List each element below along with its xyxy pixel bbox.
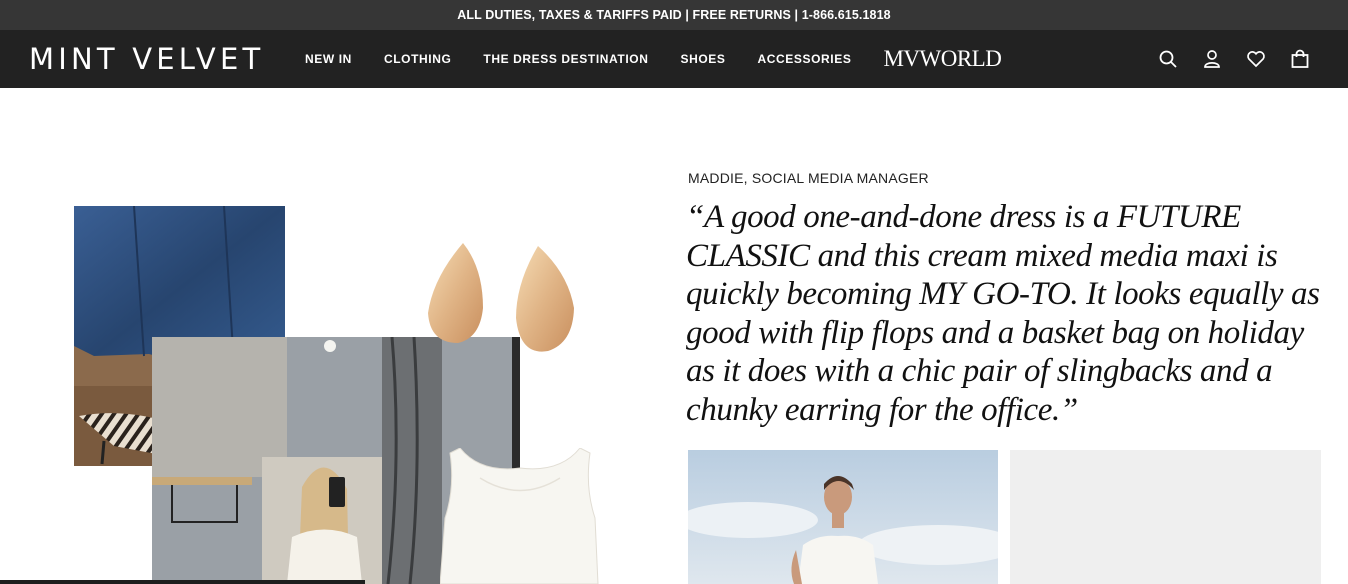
nav-new-in[interactable]: NEW IN	[305, 52, 352, 66]
gold-earrings-photo	[418, 238, 588, 368]
product-image-placeholder[interactable]	[1010, 450, 1321, 584]
announcement-bar: ALL DUTIES, TAXES & TARIFFS PAID | FREE …	[0, 0, 1348, 30]
wishlist-heart-icon	[1247, 51, 1265, 68]
search-button[interactable]	[1146, 44, 1190, 74]
nav-clothing[interactable]: CLOTHING	[384, 52, 451, 66]
main-nav: NEW IN CLOTHING THE DRESS DESTINATION SH…	[305, 30, 1002, 88]
shopping-bag-icon	[1291, 49, 1309, 68]
feature-quote: “A good one-and-done dress is a FUTURE C…	[686, 199, 1320, 428]
nav-dress-destination[interactable]: THE DRESS DESTINATION	[483, 52, 648, 66]
nav-accessories[interactable]: ACCESSORIES	[757, 52, 851, 66]
header-icons	[1146, 30, 1322, 88]
nav-mvworld[interactable]: MVWORLD	[883, 46, 1001, 72]
search-icon	[1159, 50, 1177, 68]
site-header: MINT VELVET NEW IN CLOTHING THE DRESS DE…	[0, 30, 1348, 88]
account-icon	[1204, 50, 1220, 68]
wishlist-button[interactable]	[1234, 44, 1278, 74]
account-button[interactable]	[1190, 44, 1234, 74]
model-white-dress-photo[interactable]	[688, 450, 998, 584]
nav-shoes[interactable]: SHOES	[680, 52, 725, 66]
announcement-text: ALL DUTIES, TAXES & TARIFFS PAID | FREE …	[457, 8, 891, 22]
brand-logo[interactable]: MINT VELVET	[29, 42, 264, 76]
bag-button[interactable]	[1278, 44, 1322, 74]
quote-byline: MADDIE, SOCIAL MEDIA MANAGER	[688, 170, 929, 186]
collage-bottom-rule	[0, 580, 365, 584]
cream-dress-photo	[439, 447, 610, 584]
outfit-collage	[0, 88, 650, 584]
